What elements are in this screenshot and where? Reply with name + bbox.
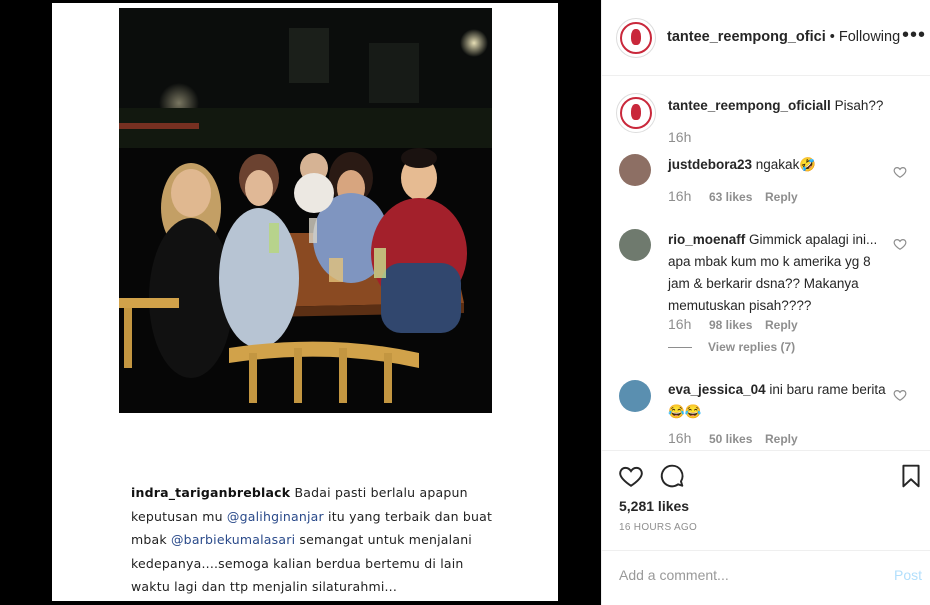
brand-logo-icon <box>620 22 652 54</box>
caption-line-5: waktu lagi dan ttp menjalin silaturahmi.… <box>131 579 398 594</box>
caption-line-2: keputusan mu @galihginanjar itu yang ter… <box>131 508 493 524</box>
avatar[interactable] <box>619 154 651 186</box>
group-photo <box>119 8 492 413</box>
caption-line-4: kedepanya....semoga kalian berdua bertem… <box>131 555 464 571</box>
comment-time[interactable]: 16h <box>668 188 691 204</box>
brand-logo-icon <box>620 97 652 129</box>
list-item: tantee_reempong_oficiall Pisah?? <box>668 98 884 113</box>
mention-link[interactable]: @galihginanjar <box>227 509 324 524</box>
comment-username[interactable]: rio_moenaff <box>668 232 745 247</box>
media-panel: indra_tariganbreblack Badai pasti berlal… <box>0 0 601 605</box>
comment-username[interactable]: justdebora23 <box>668 157 752 172</box>
restaurant-scene <box>119 8 492 413</box>
comment-username[interactable]: eva_jessica_04 <box>668 382 766 397</box>
post-caption-text: indra_tariganbreblack Badai pasti berlal… <box>131 481 551 599</box>
caption-username[interactable]: indra_tariganbreblack <box>131 485 290 500</box>
divider <box>668 347 692 349</box>
list-item: eva_jessica_04 ini baru rame berita 😂😂 <box>668 382 886 419</box>
comment-time[interactable]: 16h <box>668 430 691 446</box>
header-username[interactable]: tantee_reempong_ofici <box>667 29 826 45</box>
comments-list: tantee_reempong_oficiall Pisah?? 16h jus… <box>602 77 930 450</box>
post-actions: 5,281 likes 16 HOURS AGO <box>602 450 930 550</box>
avatar[interactable] <box>616 93 656 133</box>
comment-input[interactable] <box>619 565 879 585</box>
post-header: tantee_reempong_ofici • Following ••• <box>602 0 930 76</box>
comment-time[interactable]: 16h <box>668 129 691 145</box>
comment-likes[interactable]: 50 likes <box>709 432 752 446</box>
likes-count[interactable]: 5,281 likes <box>619 498 689 514</box>
reply-button[interactable]: Reply <box>765 318 798 332</box>
comment-username[interactable]: tantee_reempong_oficiall <box>668 98 831 113</box>
reply-button[interactable]: Reply <box>765 432 798 446</box>
view-replies-button[interactable]: View replies (7) <box>668 340 795 354</box>
header-user-line: tantee_reempong_ofici • Following <box>667 29 901 45</box>
comments-panel: tantee_reempong_ofici • Following ••• ta… <box>601 0 930 605</box>
comment-likes[interactable]: 63 likes <box>709 190 752 204</box>
avatar[interactable] <box>616 18 656 58</box>
more-options-icon[interactable]: ••• <box>902 24 926 47</box>
mention-link[interactable]: @barbiekumalasari <box>171 532 295 547</box>
comment-likes[interactable]: 98 likes <box>709 318 752 332</box>
comment-bubble-icon[interactable] <box>659 463 685 489</box>
post-image[interactable]: indra_tariganbreblack Badai pasti berlal… <box>52 3 558 601</box>
comment-meta: 16h 63 likes Reply <box>668 188 798 204</box>
comment-meta: 16h 98 likes Reply <box>668 316 798 332</box>
comment-meta: 16h 50 likes Reply <box>668 430 798 446</box>
comment-meta: 16h <box>668 129 691 145</box>
post-timestamp[interactable]: 16 HOURS AGO <box>619 522 697 533</box>
avatar[interactable] <box>619 380 651 412</box>
like-heart-icon[interactable] <box>893 165 907 179</box>
following-button[interactable]: Following <box>839 29 900 45</box>
caption-line-1: indra_tariganbreblack Badai pasti berlal… <box>131 485 468 500</box>
comment-time[interactable]: 16h <box>668 316 691 332</box>
list-item: rio_moenaff Gimmick apalagi ini... apa m… <box>668 232 878 313</box>
instagram-post-view: indra_tariganbreblack Badai pasti berlal… <box>0 0 930 605</box>
list-item: justdebora23 ngakak🤣 <box>668 157 817 172</box>
post-button[interactable]: Post <box>894 567 922 583</box>
like-heart-icon[interactable] <box>893 237 907 251</box>
like-heart-icon[interactable] <box>893 388 907 402</box>
add-comment-bar: Post <box>602 550 930 605</box>
reply-button[interactable]: Reply <box>765 190 798 204</box>
caption-line-3: mbak @barbiekumalasari semangat untuk me… <box>131 532 472 547</box>
like-heart-icon[interactable] <box>618 463 644 489</box>
avatar[interactable] <box>619 229 651 261</box>
bookmark-icon[interactable] <box>898 463 924 489</box>
